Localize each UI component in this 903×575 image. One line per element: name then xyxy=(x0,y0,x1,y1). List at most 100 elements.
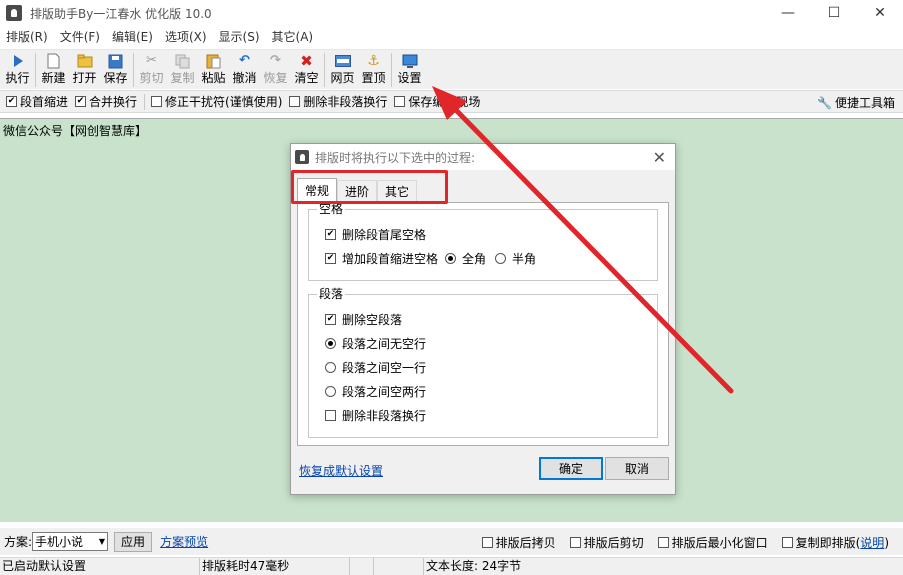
cut-label: 剪切 xyxy=(139,71,164,85)
pin-top-button[interactable]: ⚓ 置顶 xyxy=(358,50,389,88)
menu-options[interactable]: 选项(X) xyxy=(159,26,213,48)
half-width-radio[interactable]: 半角 xyxy=(495,250,536,267)
quick-tools-button[interactable]: 🔧 便捷工具箱 xyxy=(817,94,895,111)
remove-non-para-checkbox[interactable]: 删除非段落换行 xyxy=(289,93,387,110)
status-settings: 已启动默认设置 xyxy=(0,557,200,575)
close-icon[interactable]: ✕ xyxy=(653,148,666,167)
add-indent-space-checkbox[interactable]: ✔ 增加段首缩进空格 xyxy=(325,250,438,267)
tab-panel-general: 空格 ✔ 删除段首尾空格 ✔ 增加段首缩进空格 全角 半角 段落 ✔ 删除空段落 段落… xyxy=(297,202,669,446)
minimize-button[interactable]: — xyxy=(765,0,811,26)
clear-button[interactable]: ✖ 清空 xyxy=(291,50,322,88)
minimize-after-label: 排版后最小化窗口 xyxy=(671,536,768,550)
scissors-icon: ✂ xyxy=(146,53,157,68)
radio-dot xyxy=(445,253,456,264)
wrench-icon: 🔧 xyxy=(816,95,832,110)
keep-scene-label: 保存编辑现场 xyxy=(408,95,481,109)
half-width-label: 半角 xyxy=(512,252,537,266)
apply-button[interactable]: 应用 xyxy=(114,531,153,552)
window-title: 排版助手By一江春水 优化版 10.0 xyxy=(30,6,212,21)
undo-button[interactable]: ↶ 撤消 xyxy=(229,50,260,88)
toolbar-divider xyxy=(133,53,134,87)
new-button[interactable]: 新建 xyxy=(38,50,69,88)
add-indent-space-label: 增加段首缩进空格 xyxy=(342,252,439,266)
copy-label: 复制 xyxy=(170,71,195,85)
app-icon xyxy=(6,5,22,21)
keep-scene-checkbox[interactable]: 保存编辑现场 xyxy=(394,93,480,110)
open-button[interactable]: 打开 xyxy=(69,50,100,88)
window-controls: — ☐ ✕ xyxy=(765,0,903,26)
radio-dot xyxy=(495,253,506,264)
dialog-title-bar: 排版时将执行以下选中的过程: ✕ xyxy=(291,144,675,170)
undo-icon: ↶ xyxy=(239,53,250,68)
scheme-preview-link[interactable]: 方案预览 xyxy=(160,533,208,550)
no-blank-line-label: 段落之间无空行 xyxy=(342,337,427,351)
remove-non-para-newline-label: 删除非段落换行 xyxy=(342,409,427,423)
editor-content: 微信公众号【网创智慧库】 xyxy=(3,124,148,138)
toolbar-divider xyxy=(324,53,325,87)
menu-file[interactable]: 文件(F) xyxy=(54,26,106,48)
settings-button[interactable]: 设置 xyxy=(394,50,425,88)
close-button[interactable]: ✕ xyxy=(857,0,903,26)
full-width-label: 全角 xyxy=(462,252,487,266)
no-blank-line-radio[interactable]: 段落之间无空行 xyxy=(325,335,426,352)
scheme-value: 手机小说 xyxy=(35,535,84,549)
merge-lines-label: 合并换行 xyxy=(89,95,138,109)
fix-interference-label: 修正干扰符(谨慎使用) xyxy=(165,95,283,109)
indent-label: 段首缩进 xyxy=(20,95,69,109)
space-group: 空格 ✔ 删除段首尾空格 ✔ 增加段首缩进空格 全角 半角 xyxy=(308,202,658,281)
ok-button[interactable]: 确定 xyxy=(539,457,603,480)
play-icon xyxy=(10,53,26,69)
copy-after-checkbox[interactable]: 排版后拷贝 xyxy=(481,534,556,551)
menu-other[interactable]: 其它(A) xyxy=(266,26,320,48)
webpage-label: 网页 xyxy=(330,71,355,85)
maximize-button[interactable]: ☐ xyxy=(811,0,857,26)
scheme-select[interactable]: 手机小说 ▼ xyxy=(32,532,109,551)
paragraph-group: 段落 ✔ 删除空段落 段落之间无空行 段落之间空一行 段落之间空两行 删除非段落换… xyxy=(308,287,658,438)
menu-view[interactable]: 显示(S) xyxy=(213,26,266,48)
status-time: 排版耗时47毫秒 xyxy=(200,557,350,575)
menu-edit[interactable]: 编辑(E) xyxy=(106,26,159,48)
radio-dot xyxy=(325,386,336,397)
cancel-button[interactable]: 取消 xyxy=(605,457,669,480)
merge-lines-checkbox[interactable]: ✔ 合并换行 xyxy=(75,93,137,110)
cut-after-checkbox[interactable]: 排版后剪切 xyxy=(569,534,644,551)
remove-non-para-newline-checkbox[interactable]: 删除非段落换行 xyxy=(325,407,426,424)
two-blank-lines-radio[interactable]: 段落之间空两行 xyxy=(325,383,426,400)
redo-button[interactable]: ↷ 恢复 xyxy=(260,50,291,88)
option-divider xyxy=(144,93,146,110)
toolbar-divider xyxy=(35,53,36,87)
one-blank-line-radio[interactable]: 段落之间空一行 xyxy=(325,359,426,376)
paste-label: 粘贴 xyxy=(201,71,226,85)
run-button[interactable]: 执行 xyxy=(2,50,33,88)
copy-instant-checkbox[interactable]: 复制即排版(说明) xyxy=(781,534,889,551)
remove-trailing-space-checkbox[interactable]: ✔ 删除段首尾空格 xyxy=(325,226,426,243)
status-length: 文本长度: 24字节 xyxy=(426,558,522,573)
status-bar: 已启动默认设置 排版耗时47毫秒 文本长度: 24字节 xyxy=(0,557,903,575)
save-button[interactable]: 保存 xyxy=(100,50,131,88)
settings-label: 设置 xyxy=(397,71,422,85)
full-width-radio[interactable]: 全角 xyxy=(445,250,486,267)
minimize-after-checkbox[interactable]: 排版后最小化窗口 xyxy=(657,534,768,551)
help-link[interactable]: 说明 xyxy=(860,534,884,551)
indent-checkbox[interactable]: ✔ 段首缩进 xyxy=(6,93,68,110)
undo-label: 撤消 xyxy=(232,71,257,85)
paste-button[interactable]: 粘贴 xyxy=(198,50,229,88)
remove-empty-para-checkbox[interactable]: ✔ 删除空段落 xyxy=(325,311,402,328)
webpage-button[interactable]: 网页 xyxy=(327,50,358,88)
checkbox-box xyxy=(325,410,336,421)
menu-format[interactable]: 排版(R) xyxy=(0,26,54,48)
help-close-paren: ) xyxy=(884,535,889,550)
bottom-options: 排版后拷贝 排版后剪切 排版后最小化窗口 复制即排版(说明) xyxy=(468,534,889,551)
checkbox-box xyxy=(569,537,581,548)
restore-default-link[interactable]: 恢复成默认设置 xyxy=(299,462,383,479)
copy-instant-label: 复制即排版( xyxy=(795,536,861,550)
scheme-label: 方案: xyxy=(4,535,33,549)
fix-interference-checkbox[interactable]: 修正干扰符(谨慎使用) xyxy=(151,93,282,110)
space-group-legend: 空格 xyxy=(317,202,346,216)
clipboard-icon xyxy=(206,53,222,69)
radio-dot xyxy=(325,338,336,349)
clear-x-icon: ✖ xyxy=(300,52,313,70)
cut-button[interactable]: ✂ 剪切 xyxy=(136,50,167,88)
checkbox-box: ✔ xyxy=(325,314,336,325)
copy-button[interactable]: 复制 xyxy=(167,50,198,88)
